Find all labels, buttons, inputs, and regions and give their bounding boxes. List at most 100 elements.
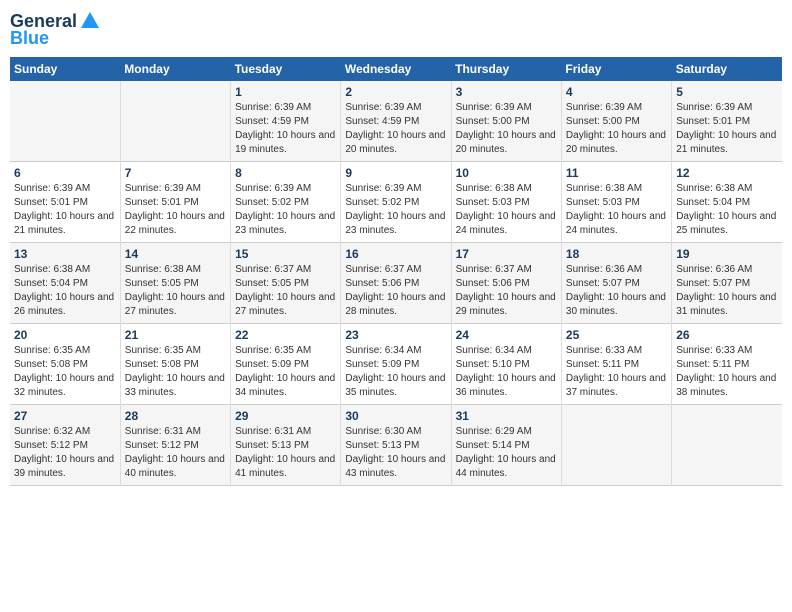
day-info: Sunrise: 6:37 AM Sunset: 5:06 PM Dayligh… (345, 263, 446, 319)
day-cell: 28 Sunrise: 6:31 AM Sunset: 5:12 PM Dayli… (120, 405, 230, 486)
day-number: 5 (676, 85, 778, 99)
day-info: Sunrise: 6:35 AM Sunset: 5:08 PM Dayligh… (125, 344, 226, 400)
day-info: Sunrise: 6:38 AM Sunset: 5:03 PM Dayligh… (456, 182, 557, 238)
column-header-tuesday: Tuesday (231, 57, 341, 81)
day-number: 18 (566, 247, 667, 261)
day-info: Sunrise: 6:39 AM Sunset: 5:00 PM Dayligh… (566, 101, 667, 157)
day-info: Sunrise: 6:35 AM Sunset: 5:08 PM Dayligh… (14, 344, 116, 400)
day-number: 3 (456, 85, 557, 99)
day-cell: 22Sunrise: 6:35 AM Sunset: 5:09 PM Dayli… (231, 324, 341, 405)
day-number: 13 (14, 247, 116, 261)
day-cell: 16 Sunrise: 6:37 AM Sunset: 5:06 PM Dayli… (341, 243, 451, 324)
day-info: Sunrise: 6:39 AM Sunset: 4:59 PM Dayligh… (345, 101, 446, 157)
day-number: 26 (676, 328, 778, 342)
day-cell: 24 Sunrise: 6:34 AM Sunset: 5:10 PM Dayli… (451, 324, 561, 405)
day-info: Sunrise: 6:39 AM Sunset: 5:01 PM Dayligh… (676, 101, 778, 157)
day-cell: 3 Sunrise: 6:39 AM Sunset: 5:00 PM Daylig… (451, 81, 561, 162)
day-info: Sunrise: 6:36 AM Sunset: 5:07 PM Dayligh… (676, 263, 778, 319)
day-number: 29 (235, 409, 336, 423)
day-cell: 10 Sunrise: 6:38 AM Sunset: 5:03 PM Dayli… (451, 162, 561, 243)
day-cell: 9 Sunrise: 6:39 AM Sunset: 5:02 PM Daylig… (341, 162, 451, 243)
day-number: 2 (345, 85, 446, 99)
day-info: Sunrise: 6:37 AM Sunset: 5:06 PM Dayligh… (456, 263, 557, 319)
day-cell (120, 81, 230, 162)
day-cell: 27Sunrise: 6:32 AM Sunset: 5:12 PM Dayli… (10, 405, 120, 486)
day-number: 21 (125, 328, 226, 342)
day-info: Sunrise: 6:39 AM Sunset: 5:00 PM Dayligh… (456, 101, 557, 157)
calendar-body: 1 Sunrise: 6:39 AM Sunset: 4:59 PM Daylig… (10, 81, 782, 486)
day-info: Sunrise: 6:30 AM Sunset: 5:13 PM Dayligh… (345, 425, 446, 481)
column-header-saturday: Saturday (672, 57, 782, 81)
day-number: 22 (235, 328, 336, 342)
column-header-thursday: Thursday (451, 57, 561, 81)
day-cell: 26Sunrise: 6:33 AM Sunset: 5:11 PM Dayli… (672, 324, 782, 405)
day-number: 30 (345, 409, 446, 423)
column-header-sunday: Sunday (10, 57, 120, 81)
day-cell: 20Sunrise: 6:35 AM Sunset: 5:08 PM Dayli… (10, 324, 120, 405)
week-row-3: 13 Sunrise: 6:38 AM Sunset: 5:04 PM Dayli… (10, 243, 782, 324)
day-number: 23 (345, 328, 446, 342)
day-info: Sunrise: 6:34 AM Sunset: 5:09 PM Dayligh… (345, 344, 446, 400)
day-cell: 11 Sunrise: 6:38 AM Sunset: 5:03 PM Dayli… (561, 162, 671, 243)
day-number: 4 (566, 85, 667, 99)
day-number: 14 (125, 247, 226, 261)
day-cell: 6Sunrise: 6:39 AM Sunset: 5:01 PM Daylig… (10, 162, 120, 243)
day-cell: 25 Sunrise: 6:33 AM Sunset: 5:11 PM Dayli… (561, 324, 671, 405)
day-cell: 12 Sunrise: 6:38 AM Sunset: 5:04 PM Dayli… (672, 162, 782, 243)
column-header-monday: Monday (120, 57, 230, 81)
day-number: 1 (235, 85, 336, 99)
header-row: SundayMondayTuesdayWednesdayThursdayFrid… (10, 57, 782, 81)
day-number: 12 (676, 166, 778, 180)
day-number: 25 (566, 328, 667, 342)
day-number: 8 (235, 166, 336, 180)
day-info: Sunrise: 6:29 AM Sunset: 5:14 PM Dayligh… (456, 425, 557, 481)
day-number: 27 (14, 409, 116, 423)
day-cell (10, 81, 120, 162)
day-info: Sunrise: 6:39 AM Sunset: 5:01 PM Dayligh… (125, 182, 226, 238)
day-info: Sunrise: 6:39 AM Sunset: 5:02 PM Dayligh… (345, 182, 446, 238)
day-cell: 15 Sunrise: 6:37 AM Sunset: 5:05 PM Dayli… (231, 243, 341, 324)
day-info: Sunrise: 6:39 AM Sunset: 4:59 PM Dayligh… (235, 101, 336, 157)
calendar-header: SundayMondayTuesdayWednesdayThursdayFrid… (10, 57, 782, 81)
day-cell: 29 Sunrise: 6:31 AM Sunset: 5:13 PM Dayli… (231, 405, 341, 486)
day-cell: 14 Sunrise: 6:38 AM Sunset: 5:05 PM Dayli… (120, 243, 230, 324)
day-number: 9 (345, 166, 446, 180)
page-header: General Blue (10, 10, 782, 49)
day-cell: 19 Sunrise: 6:36 AM Sunset: 5:07 PM Dayli… (672, 243, 782, 324)
day-cell: 13 Sunrise: 6:38 AM Sunset: 5:04 PM Dayli… (10, 243, 120, 324)
day-number: 28 (125, 409, 226, 423)
day-info: Sunrise: 6:33 AM Sunset: 5:11 PM Dayligh… (566, 344, 667, 400)
day-info: Sunrise: 6:38 AM Sunset: 5:03 PM Dayligh… (566, 182, 667, 238)
day-number: 19 (676, 247, 778, 261)
day-cell: 23 Sunrise: 6:34 AM Sunset: 5:09 PM Dayli… (341, 324, 451, 405)
day-cell: 18Sunrise: 6:36 AM Sunset: 5:07 PM Dayli… (561, 243, 671, 324)
day-number: 10 (456, 166, 557, 180)
day-info: Sunrise: 6:38 AM Sunset: 5:04 PM Dayligh… (14, 263, 116, 319)
day-info: Sunrise: 6:34 AM Sunset: 5:10 PM Dayligh… (456, 344, 557, 400)
day-number: 16 (345, 247, 446, 261)
calendar-table: SundayMondayTuesdayWednesdayThursdayFrid… (10, 57, 782, 486)
logo-icon (79, 10, 101, 32)
day-cell: 31Sunrise: 6:29 AM Sunset: 5:14 PM Dayli… (451, 405, 561, 486)
day-cell: 30 Sunrise: 6:30 AM Sunset: 5:13 PM Dayli… (341, 405, 451, 486)
week-row-1: 1 Sunrise: 6:39 AM Sunset: 4:59 PM Daylig… (10, 81, 782, 162)
day-info: Sunrise: 6:38 AM Sunset: 5:04 PM Dayligh… (676, 182, 778, 238)
column-header-wednesday: Wednesday (341, 57, 451, 81)
day-number: 17 (456, 247, 557, 261)
day-info: Sunrise: 6:37 AM Sunset: 5:05 PM Dayligh… (235, 263, 336, 319)
day-cell (561, 405, 671, 486)
day-cell (672, 405, 782, 486)
logo-blue: Blue (10, 28, 49, 49)
week-row-5: 27Sunrise: 6:32 AM Sunset: 5:12 PM Dayli… (10, 405, 782, 486)
day-info: Sunrise: 6:31 AM Sunset: 5:12 PM Dayligh… (125, 425, 226, 481)
day-number: 15 (235, 247, 336, 261)
day-info: Sunrise: 6:39 AM Sunset: 5:01 PM Dayligh… (14, 182, 116, 238)
day-info: Sunrise: 6:39 AM Sunset: 5:02 PM Dayligh… (235, 182, 336, 238)
day-cell: 7Sunrise: 6:39 AM Sunset: 5:01 PM Daylig… (120, 162, 230, 243)
day-number: 24 (456, 328, 557, 342)
day-number: 11 (566, 166, 667, 180)
day-cell: 4 Sunrise: 6:39 AM Sunset: 5:00 PM Daylig… (561, 81, 671, 162)
day-info: Sunrise: 6:31 AM Sunset: 5:13 PM Dayligh… (235, 425, 336, 481)
day-cell: 1 Sunrise: 6:39 AM Sunset: 4:59 PM Daylig… (231, 81, 341, 162)
day-info: Sunrise: 6:38 AM Sunset: 5:05 PM Dayligh… (125, 263, 226, 319)
